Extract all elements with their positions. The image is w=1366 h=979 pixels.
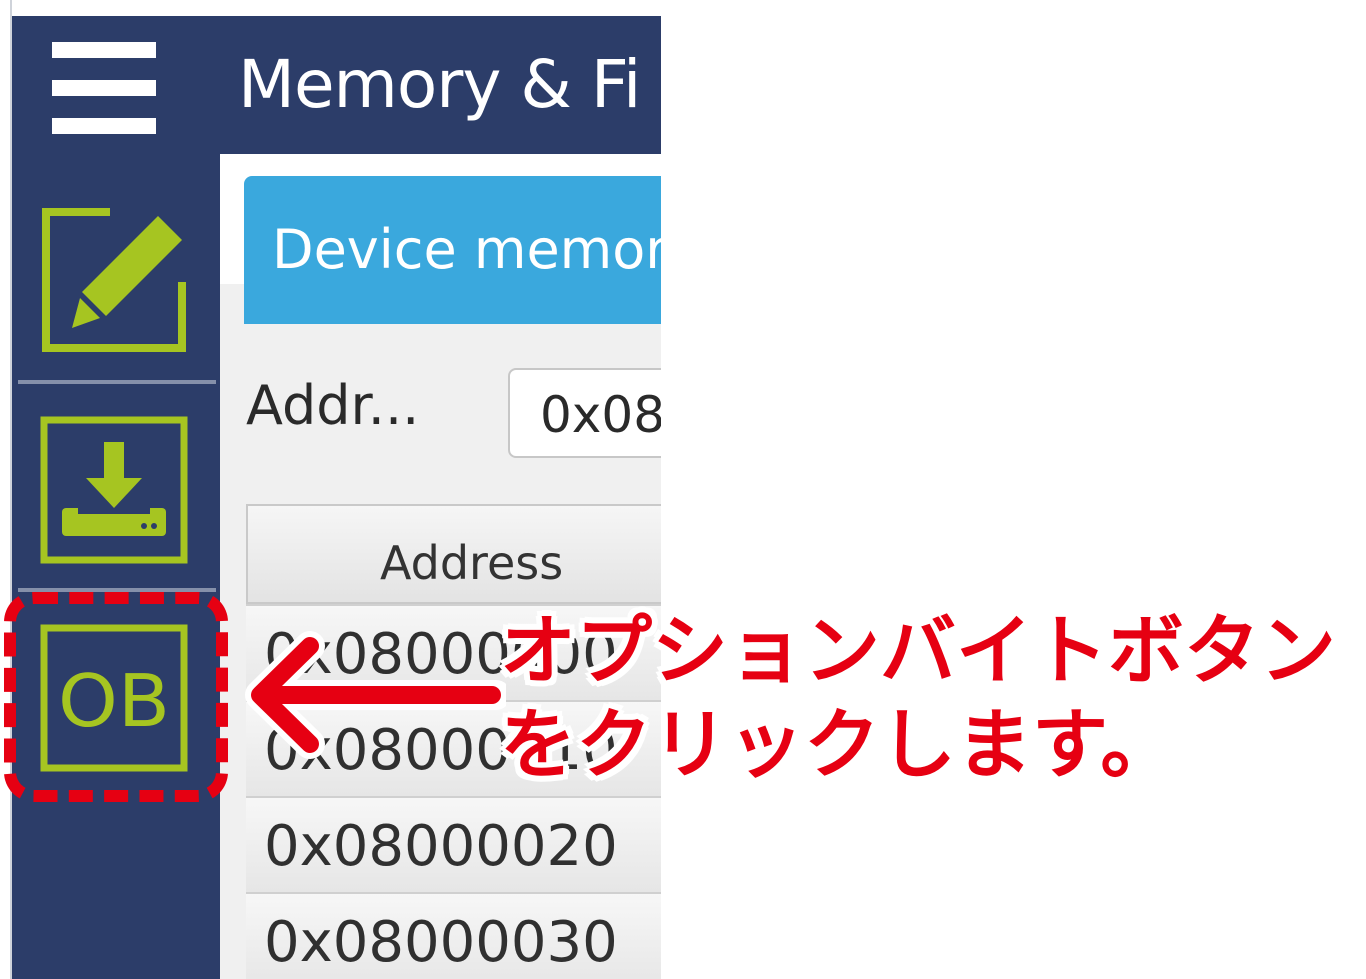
window-edge bbox=[0, 0, 12, 979]
page-title: Memory & Fi bbox=[238, 46, 641, 123]
table-row[interactable]: 0x08000030 bbox=[246, 892, 661, 979]
column-header-label: Address bbox=[380, 536, 564, 590]
instruction-line-1: オプションバイトボタン bbox=[500, 606, 1336, 695]
instruction-line-2: をクリックします。 bbox=[500, 700, 1177, 789]
table-header-address[interactable]: Address bbox=[246, 504, 661, 604]
menu-button[interactable] bbox=[52, 42, 160, 134]
arrow-left-icon bbox=[245, 631, 506, 759]
hamburger-bar bbox=[52, 42, 156, 58]
app-header: Memory & Fi bbox=[220, 16, 661, 154]
row-address: 0x08000030 bbox=[264, 910, 618, 975]
tab-device-memory[interactable]: Device memory bbox=[244, 176, 661, 324]
main-panel: Device memory Addr... 0x080 Address 0x08… bbox=[220, 154, 661, 979]
instruction-callout: オプションバイトボタン をクリックします。 bbox=[500, 604, 1366, 792]
sidebar-item-memory-editing[interactable] bbox=[40, 206, 188, 354]
table-row[interactable]: 0x08000020 bbox=[246, 796, 661, 892]
address-label: Addr... bbox=[246, 374, 420, 437]
row-address: 0x08000020 bbox=[264, 814, 618, 879]
download-icon bbox=[40, 416, 188, 564]
sidebar: OB bbox=[12, 16, 220, 979]
hamburger-bar bbox=[52, 118, 156, 134]
tab-label: Device memory bbox=[272, 218, 661, 281]
pencil-edit-icon bbox=[42, 208, 186, 352]
address-input[interactable]: 0x080 bbox=[508, 368, 661, 458]
hamburger-bar bbox=[52, 80, 156, 96]
option-bytes-highlight-box bbox=[4, 592, 228, 802]
sidebar-divider bbox=[18, 380, 216, 384]
sidebar-item-erasing-programming[interactable] bbox=[40, 416, 188, 564]
app-window: OB Memory & Fi Device memory Addr... 0x0… bbox=[0, 0, 661, 979]
